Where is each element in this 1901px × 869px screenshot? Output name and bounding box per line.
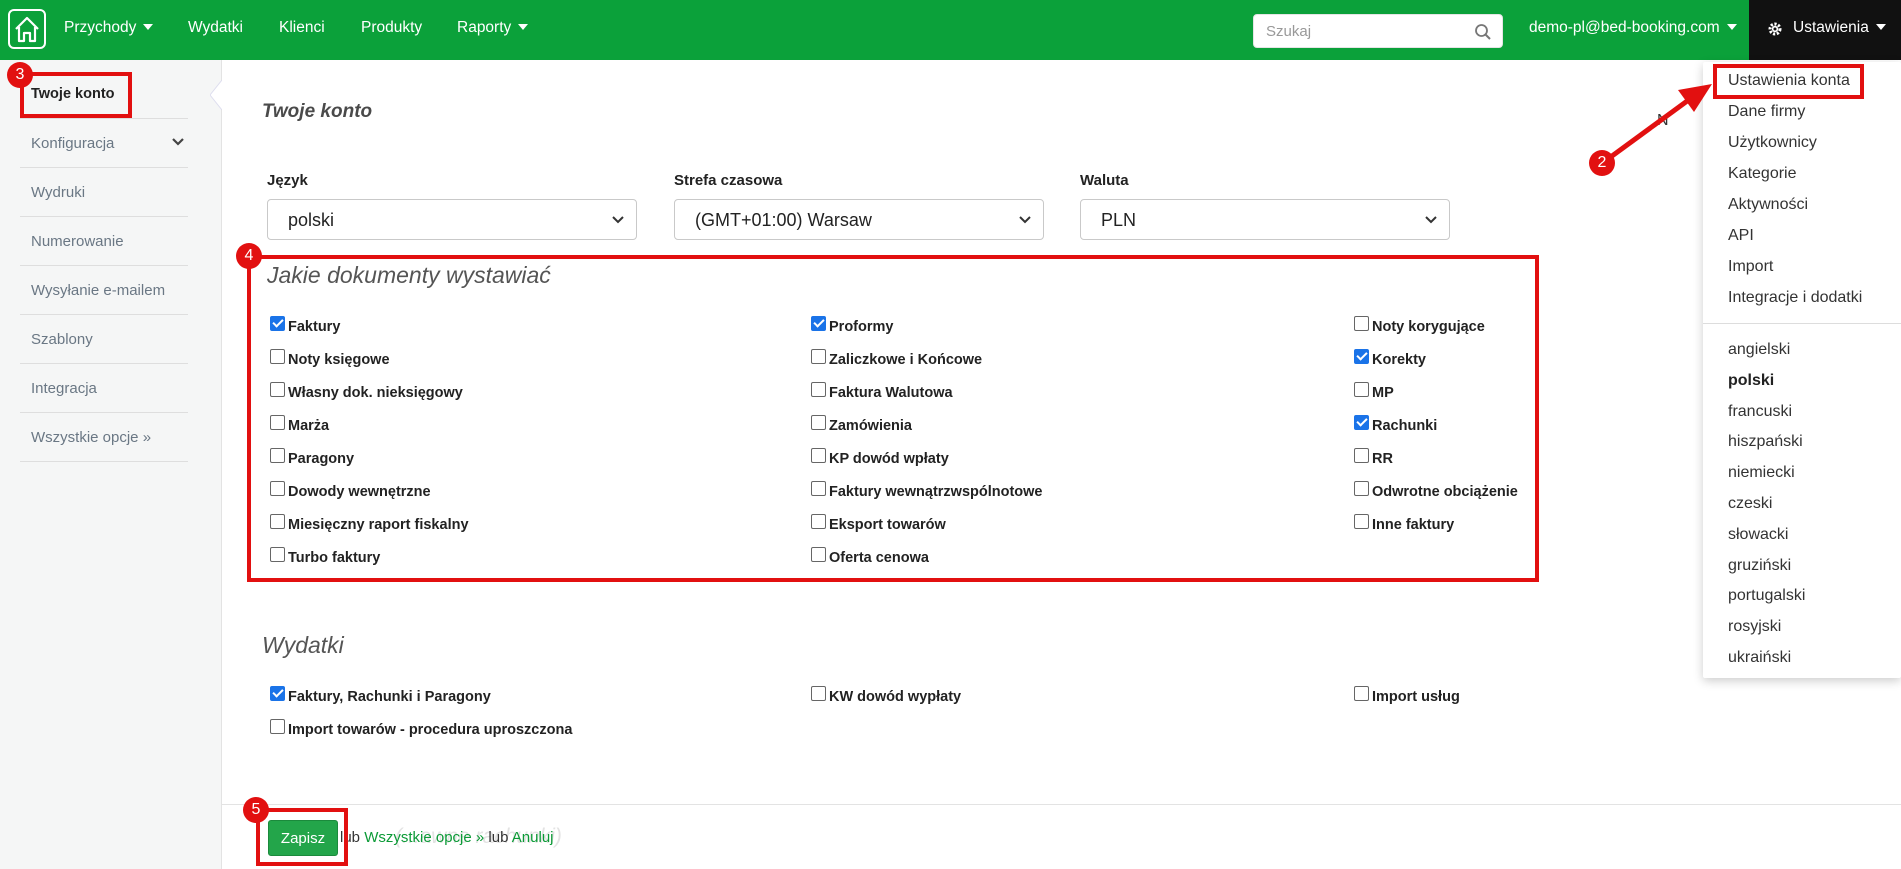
menu-item[interactable]: Dane firmy <box>1728 103 1805 121</box>
nav-wydatki[interactable]: Wydatki <box>188 19 243 37</box>
footer-links: lub Wszystkie opcje » lub Anuluj <box>340 829 554 846</box>
checkbox-unchecked[interactable] <box>1354 686 1369 701</box>
sidebar-item-szablony[interactable]: Szablony <box>20 315 188 364</box>
settings-menu-button[interactable]: Ustawienia <box>1749 0 1901 60</box>
sidebar-item-wszystkie-opcje[interactable]: Wszystkie opcje » <box>20 413 188 462</box>
search-box <box>1253 14 1503 48</box>
menu-item[interactable]: rosyjski <box>1728 618 1781 636</box>
checkbox-label: Import towarów - procedura uproszczona <box>288 722 573 738</box>
menu-item[interactable]: Integracje i dodatki <box>1728 289 1862 307</box>
caret-down-icon <box>1726 24 1737 30</box>
menu-divider <box>1703 323 1901 324</box>
timezone-label: Strefa czasowa <box>674 172 783 189</box>
checkbox-checked[interactable] <box>270 686 285 701</box>
checkbox-label: KW dowód wypłaty <box>829 689 962 705</box>
user-menu[interactable]: demo-pl@bed-booking.com <box>1529 19 1737 37</box>
menu-item[interactable]: francuski <box>1728 403 1792 421</box>
timezone-select[interactable]: (GMT+01:00) Warsaw <box>674 199 1044 240</box>
annotation-badge-4: 4 <box>236 243 262 269</box>
all-options-link[interactable]: Wszystkie opcje » <box>364 829 484 846</box>
menu-item[interactable]: gruziński <box>1728 557 1791 575</box>
menu-item[interactable]: angielski <box>1728 341 1790 359</box>
menu-item[interactable]: niemiecki <box>1728 464 1795 482</box>
menu-item[interactable]: Kategorie <box>1728 165 1797 183</box>
sidebar-item-wydruki[interactable]: Wydruki <box>20 168 188 217</box>
checkbox-label: Import usług <box>1372 689 1460 705</box>
checkbox-label: Faktury, Rachunki i Paragony <box>288 689 491 705</box>
currency-label: Waluta <box>1080 172 1129 189</box>
menu-item[interactable]: czeski <box>1728 495 1772 513</box>
annotation-badge-5: 5 <box>243 797 269 823</box>
sidebar-item-konfiguracja[interactable]: Konfiguracja <box>20 119 188 168</box>
sidebar-active-pointer <box>210 80 222 110</box>
menu-item[interactable]: portugalski <box>1728 587 1805 605</box>
chevron-down-icon[interactable] <box>172 137 184 147</box>
settings-dropdown-menu: Ustawienia konta Dane firmy Użytkownicy Kat… <box>1703 62 1901 678</box>
caret-down-icon <box>1875 24 1886 30</box>
annotation-box-3 <box>20 72 132 118</box>
sidebar-item-numerowanie[interactable]: Numerowanie <box>20 217 188 266</box>
menu-item[interactable]: API <box>1728 227 1754 245</box>
nav-produkty[interactable]: Produkty <box>361 19 422 37</box>
language-select[interactable]: polski <box>267 199 637 240</box>
annotation-badge-3: 3 <box>7 62 33 88</box>
menu-item[interactable]: ukraiński <box>1728 649 1791 667</box>
annotation-box-5 <box>256 808 348 866</box>
menu-item[interactable]: Aktywności <box>1728 196 1808 214</box>
language-label: Język <box>267 172 308 189</box>
page-title: Twoje konto <box>262 101 373 122</box>
cancel-link[interactable]: Anuluj <box>512 829 554 846</box>
gear-icon <box>1768 22 1782 36</box>
menu-item[interactable]: polski <box>1728 372 1774 390</box>
annotation-box-2 <box>1713 64 1864 99</box>
nav-klienci[interactable]: Klienci <box>279 19 325 37</box>
checkbox-unchecked[interactable] <box>270 719 285 734</box>
annotation-arrow <box>1610 84 1712 159</box>
menu-item[interactable]: słowacki <box>1728 526 1788 544</box>
sidebar-item-wysylanie[interactable]: Wysyłanie e-mailem <box>20 266 188 315</box>
menu-item[interactable]: Użytkownicy <box>1728 134 1817 152</box>
sidebar-item-integracja[interactable]: Integracja <box>20 364 188 413</box>
home-icon[interactable] <box>8 9 46 49</box>
chevron-down-icon <box>1425 216 1437 224</box>
chevron-down-icon <box>612 216 624 224</box>
menu-item[interactable]: Import <box>1728 258 1773 276</box>
caret-down-icon <box>518 24 529 30</box>
annotation-box-4 <box>247 255 1539 582</box>
nav-raporty[interactable]: Raporty <box>457 19 529 37</box>
search-icon[interactable] <box>1474 23 1492 41</box>
top-navbar: Przychody Wydatki Klienci Produkty Rapor… <box>0 0 1901 60</box>
nav-przychody[interactable]: Przychody <box>64 19 154 37</box>
menu-item[interactable]: hiszpański <box>1728 433 1803 451</box>
search-input[interactable] <box>1254 15 1464 47</box>
expenses-section-title: Wydatki <box>262 632 344 658</box>
currency-select[interactable]: PLN <box>1080 199 1450 240</box>
caret-down-icon <box>143 24 154 30</box>
chevron-down-icon <box>1019 216 1031 224</box>
sidebar: Twoje konto Konfiguracja Wydruki Numerow… <box>0 60 222 869</box>
checkbox-unchecked[interactable] <box>811 686 826 701</box>
